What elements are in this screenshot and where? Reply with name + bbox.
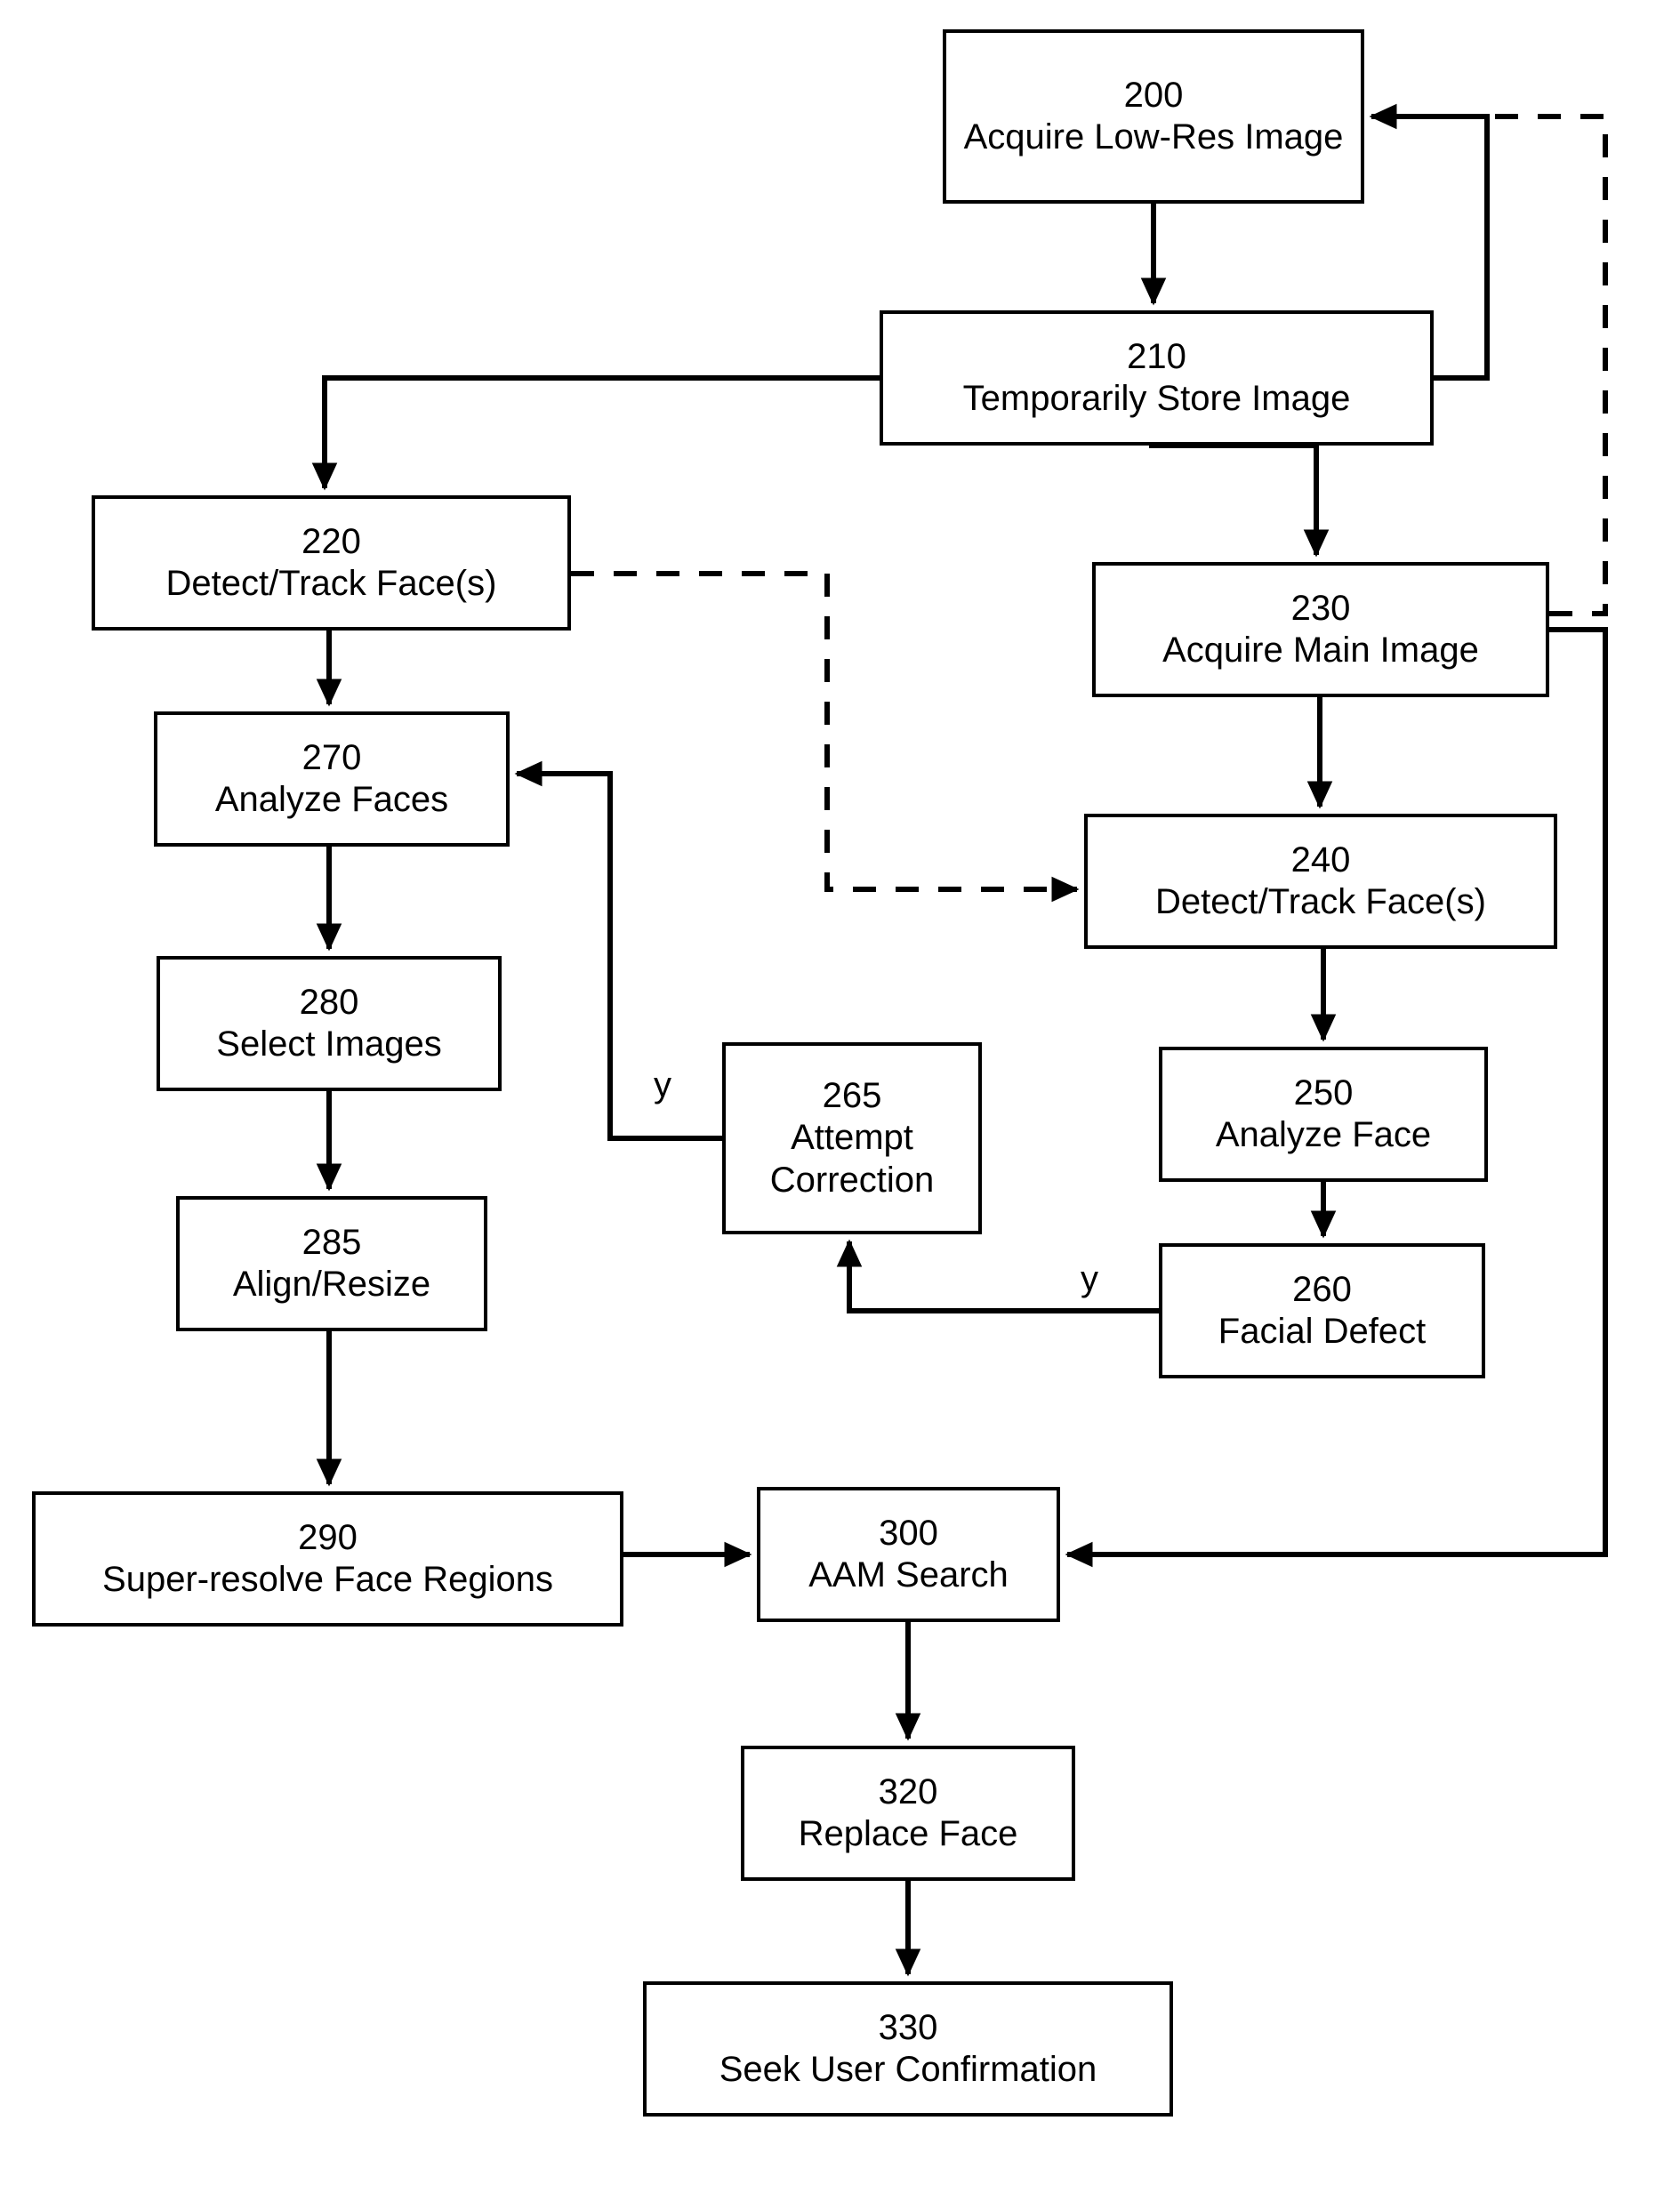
node-265[interactable]: 265 Attempt Correction	[722, 1042, 982, 1234]
node-200-number: 200	[1123, 75, 1184, 115]
node-250-number: 250	[1293, 1072, 1354, 1113]
edge-210-220	[311, 375, 880, 491]
node-300-label: AAM Search	[808, 1555, 1009, 1595]
node-270-label: Analyze Faces	[214, 780, 449, 819]
node-280-label: Select Images	[216, 1024, 442, 1064]
node-260-label: Facial Defect	[1218, 1312, 1427, 1351]
node-220[interactable]: 220 Detect/Track Face(s)	[92, 495, 571, 631]
node-285[interactable]: 285 Align/Resize	[176, 1196, 487, 1331]
node-290-number: 290	[298, 1517, 358, 1557]
edge-260-265	[836, 1239, 1159, 1313]
node-230-label: Acquire Main Image	[1162, 631, 1479, 670]
edge-265-270	[514, 760, 722, 1141]
node-210[interactable]: 210 Temporarily Store Image	[880, 310, 1434, 446]
node-240[interactable]: 240 Detect/Track Face(s)	[1084, 814, 1557, 949]
node-250[interactable]: 250 Analyze Face	[1159, 1047, 1488, 1182]
node-260[interactable]: 260 Facial Defect	[1159, 1243, 1485, 1378]
node-320[interactable]: 320 Replace Face	[741, 1746, 1075, 1881]
node-320-label: Replace Face	[798, 1814, 1018, 1853]
node-220-label: Detect/Track Face(s)	[165, 564, 497, 603]
flowchart-canvas: 200 Acquire Low-Res Image 210 Temporaril…	[0, 0, 1680, 2201]
node-330[interactable]: 330 Seek User Confirmation	[643, 1981, 1173, 2117]
node-280[interactable]: 280 Select Images	[157, 956, 502, 1091]
node-200[interactable]: 200 Acquire Low-Res Image	[943, 29, 1364, 204]
node-270[interactable]: 270 Analyze Faces	[154, 711, 510, 847]
node-300[interactable]: 300 AAM Search	[757, 1487, 1060, 1622]
edge-210-230	[1149, 443, 1330, 558]
node-290[interactable]: 290 Super-resolve Face Regions	[32, 1491, 623, 1627]
edge-label-y-to-265: y	[654, 1065, 671, 1105]
node-200-label: Acquire Low-Res Image	[963, 117, 1344, 157]
node-230[interactable]: 230 Acquire Main Image	[1092, 562, 1549, 697]
node-220-number: 220	[301, 521, 361, 561]
node-250-label: Analyze Face	[1215, 1115, 1432, 1154]
node-210-label: Temporarily Store Image	[962, 379, 1351, 418]
node-240-label: Detect/Track Face(s)	[1155, 882, 1486, 921]
node-240-number: 240	[1290, 839, 1351, 880]
node-265-number: 265	[822, 1076, 882, 1116]
node-270-number: 270	[301, 737, 362, 777]
node-230-number: 230	[1290, 588, 1351, 628]
edge-label-y-from-260: y	[1081, 1259, 1098, 1298]
node-265-label: Attempt Correction	[769, 1118, 935, 1200]
node-300-number: 300	[879, 1513, 938, 1553]
edge-230-200-dashed	[1487, 114, 1608, 616]
node-260-number: 260	[1292, 1269, 1352, 1309]
node-290-label: Super-resolve Face Regions	[102, 1560, 553, 1599]
node-330-label: Seek User Confirmation	[719, 2050, 1097, 2089]
node-330-number: 330	[878, 2007, 938, 2047]
edge-220-240-dashed	[571, 571, 1080, 903]
node-285-label: Align/Resize	[232, 1265, 431, 1304]
node-210-number: 210	[1127, 336, 1186, 376]
node-320-number: 320	[878, 1771, 938, 1811]
node-285-number: 285	[301, 1222, 362, 1262]
node-280-number: 280	[299, 982, 359, 1022]
